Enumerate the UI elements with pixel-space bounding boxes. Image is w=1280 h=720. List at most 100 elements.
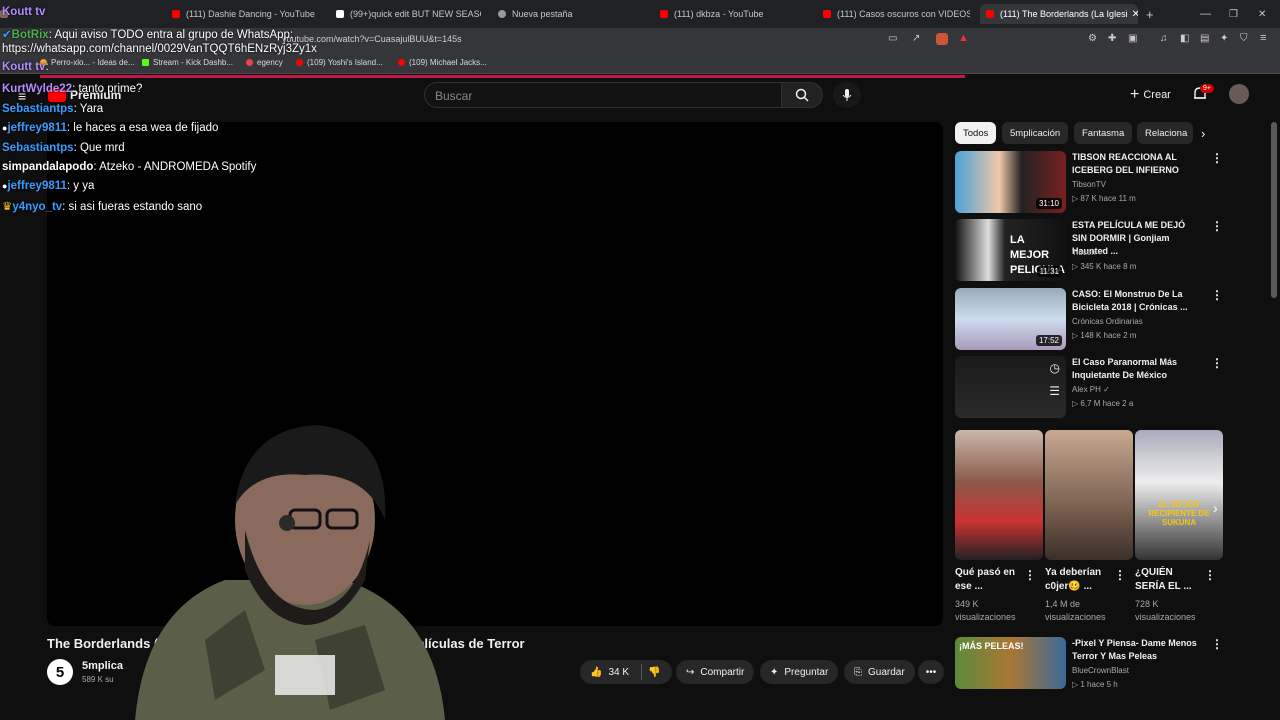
- create-button[interactable]: + Crear: [1130, 86, 1171, 104]
- screenshot-icon[interactable]: ▣: [1128, 33, 1137, 44]
- chat-line: Sebastiantps: Que mrd: [2, 142, 125, 154]
- chip-fantasma[interactable]: Fantasma: [1074, 122, 1133, 144]
- crown-icon: ♛: [2, 201, 13, 213]
- video-thumbnail[interactable]: 17:52: [955, 288, 1066, 350]
- bookmark-2[interactable]: egency: [246, 58, 283, 67]
- tab-dkbza[interactable]: (111) dkbza - YouTube: [660, 4, 810, 24]
- video-title-3[interactable]: El Caso Paranormal Más Inquietante De Mé…: [1072, 356, 1202, 382]
- short-title[interactable]: ¿QUIÉN SERÍA EL ...: [1135, 566, 1205, 594]
- tab-quick-edit[interactable]: (99+)quick edit BUT NEW SEASON: [336, 4, 481, 24]
- short-thumbnail[interactable]: [955, 430, 1043, 560]
- bookmarks-bar: Perro-xlo... - Ideas de... Stream - Kick…: [0, 52, 1280, 74]
- more-icon[interactable]: ⋮: [1211, 151, 1223, 165]
- thumbs-down-icon[interactable]: 👎: [648, 667, 660, 678]
- more-icon[interactable]: ⋮: [1114, 568, 1126, 582]
- tab-casos[interactable]: (111) Casos oscuros con VIDEOS HO: [823, 4, 970, 24]
- extension-icon[interactable]: ⚙: [1088, 33, 1097, 44]
- more-icon[interactable]: ⋮: [1211, 637, 1223, 651]
- notification-badge: 9+: [1200, 84, 1214, 93]
- plus-icon: +: [1130, 86, 1140, 103]
- video-channel-3[interactable]: Alex PH ✓: [1072, 385, 1110, 394]
- video-meta-1: ▷ 345 K hace 8 m: [1072, 262, 1137, 271]
- short-thumbnail[interactable]: EL MEJOR RECIPIENTE DE SUKUNA: [1135, 430, 1223, 560]
- rewards-icon[interactable]: ▲: [958, 32, 969, 44]
- wallet-icon[interactable]: ▤: [1200, 33, 1209, 44]
- video-channel-2[interactable]: Crónicas Ordinarias: [1072, 317, 1143, 326]
- tab-new[interactable]: Nueva pestaña: [498, 4, 643, 24]
- minimize-icon[interactable]: —: [1200, 4, 1211, 24]
- video-channel-0[interactable]: TibsonTV: [1072, 180, 1106, 189]
- maximize-icon[interactable]: ❐: [1229, 4, 1238, 24]
- video-title-2[interactable]: CASO: El Monstruo De La Bicicleta 2018 |…: [1072, 288, 1202, 314]
- short-views: 349 K visualizaciones: [955, 599, 1016, 622]
- search-input[interactable]: Buscar: [424, 82, 782, 108]
- short-views: 728 K visualizaciones: [1135, 599, 1196, 622]
- short-thumbnail[interactable]: [1045, 430, 1133, 560]
- bookmark-0[interactable]: Perro-xlo... - Ideas de...: [40, 58, 135, 67]
- more-icon[interactable]: ⋮: [1211, 288, 1223, 302]
- tab-borderlands[interactable]: (111) The Borderlands (La Iglesi ✕: [980, 4, 1138, 24]
- channel-avatar[interactable]: 5: [47, 659, 73, 685]
- video-title-0[interactable]: TIBSON REACCIONA AL ICEBERG DEL INFIERNO: [1072, 151, 1202, 177]
- sidebar-icon[interactable]: ◧: [1180, 33, 1189, 44]
- bookmark-1[interactable]: Stream - Kick Dashb...: [142, 58, 233, 67]
- more-actions-button[interactable]: •••: [918, 660, 944, 684]
- chip-todos[interactable]: Todos: [955, 122, 997, 144]
- share-icon[interactable]: ↗: [912, 33, 920, 44]
- video-meta-3: ▷ 6,7 M hace 2 a: [1072, 399, 1134, 408]
- subscriber-count: 589 K su: [82, 675, 114, 684]
- video-thumbnail[interactable]: ¡MÁS PELEAS!: [955, 637, 1066, 689]
- ask-button[interactable]: ✦ Preguntar: [760, 660, 839, 684]
- avatar[interactable]: [1229, 84, 1249, 104]
- video-thumbnail[interactable]: LA MEJOR PELICULA 11:31: [955, 219, 1066, 281]
- search-button[interactable]: [781, 82, 823, 108]
- chat-line: ♛y4nyo_tv: si asi fueras estando sano: [2, 201, 203, 213]
- new-tab-button[interactable]: +: [1146, 4, 1154, 24]
- chat-line: https://whatsapp.com/channel/0029VanTQQT…: [2, 43, 317, 55]
- ai-icon[interactable]: ✦: [1220, 33, 1228, 44]
- video-title-4[interactable]: -Pixel Y Piensa- Dame Menos Terror Y Mas…: [1072, 637, 1202, 663]
- brave-shield-icon[interactable]: [936, 33, 948, 45]
- chevron-right-icon[interactable]: ›: [1201, 126, 1205, 141]
- chip-relacionados[interactable]: Relaciona: [1137, 122, 1193, 144]
- share-button[interactable]: ↪ Compartir: [676, 660, 755, 684]
- video-channel-4[interactable]: BlueCrownBlast: [1072, 666, 1129, 675]
- scrollbar[interactable]: [1271, 122, 1277, 298]
- more-icon[interactable]: ⋮: [1204, 568, 1216, 582]
- tab-dashie[interactable]: (111) Dashie Dancing - YouTube: [172, 4, 322, 24]
- video-meta-4: ▷ 1 hace 5 h: [1072, 680, 1118, 689]
- like-button[interactable]: 👍 34 K 👎: [580, 660, 672, 684]
- webcam-overlay: [135, 425, 445, 720]
- mic-button[interactable]: [833, 82, 861, 108]
- chat-line: KurtWylde22: tanto prime?: [2, 83, 143, 95]
- chip-5mplicacion[interactable]: 5mplicación: [1002, 122, 1069, 144]
- video-meta-2: ▷ 148 K hace 2 m: [1072, 331, 1137, 340]
- video-thumbnail[interactable]: ◷ ☰: [955, 356, 1066, 418]
- menu-icon[interactable]: ≡: [1260, 32, 1266, 44]
- chevron-right-icon[interactable]: ›: [1213, 500, 1218, 516]
- queue-icon[interactable]: ☰: [1049, 384, 1060, 398]
- verified-icon: ✔: [2, 29, 12, 41]
- vpn-icon[interactable]: ⛉: [1240, 33, 1248, 44]
- video-thumbnail[interactable]: 31:10: [955, 151, 1066, 213]
- clock-icon[interactable]: ◷: [1050, 361, 1060, 375]
- youtube-header: ≡ Premium Buscar + Crear 9+: [0, 78, 1280, 120]
- more-icon[interactable]: ⋮: [1024, 568, 1036, 582]
- save-button[interactable]: ⎘ Guardar: [844, 660, 915, 684]
- chat-line: simpandalapodo: Atzeko - ANDROMEDA Spoti…: [2, 161, 257, 173]
- puzzle-icon[interactable]: ✚: [1108, 33, 1116, 44]
- video-channel-1[interactable]: Tibson ✓: [1072, 248, 1105, 257]
- short-title[interactable]: Qué pasó en ese ...: [955, 566, 1025, 594]
- browser-tab-bar: (111) Dashie Dancing - YouTube (99+)quic…: [0, 0, 1280, 28]
- cast-icon[interactable]: ▭: [888, 33, 897, 44]
- short-title[interactable]: Ya deberían c0jer🥴 ...: [1045, 566, 1115, 594]
- bookmark-4[interactable]: (109) Michael Jacks...: [398, 58, 487, 67]
- close-window-icon[interactable]: ✕: [1258, 4, 1266, 24]
- close-icon[interactable]: ✕: [1132, 9, 1138, 20]
- more-icon[interactable]: ⋮: [1211, 219, 1223, 233]
- bookmark-3[interactable]: (109) Yoshi's Island...: [296, 58, 383, 67]
- music-icon[interactable]: ♫: [1160, 33, 1168, 44]
- chat-line: Koutt tv:: [2, 61, 49, 73]
- more-icon[interactable]: ⋮: [1211, 356, 1223, 370]
- short-views: 1,4 M de visualizaciones: [1045, 599, 1106, 622]
